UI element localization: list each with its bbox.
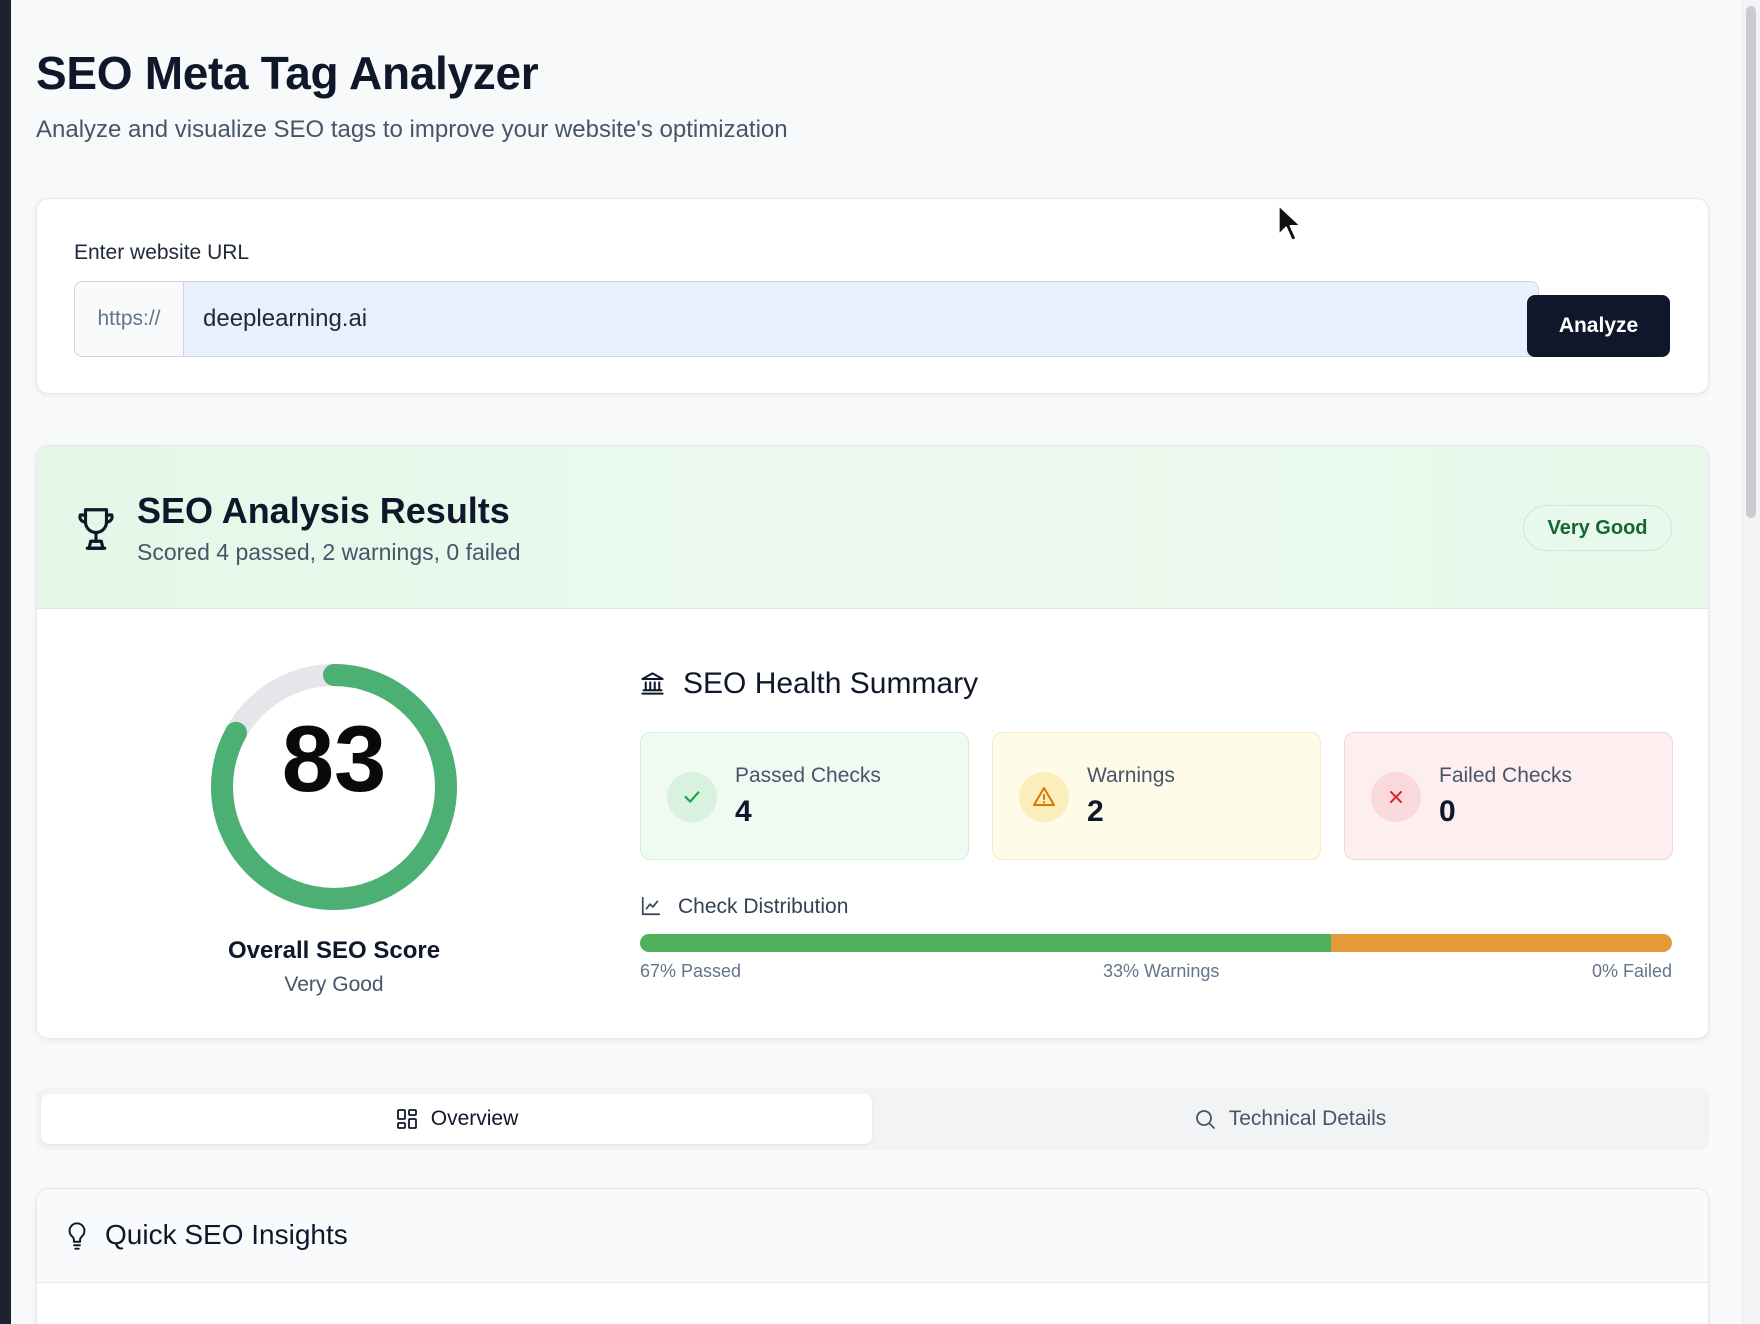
insights-header[interactable]: Quick SEO Insights: [37, 1189, 1708, 1283]
analyze-button[interactable]: Analyze: [1527, 295, 1670, 357]
url-prefix: https://: [74, 281, 183, 357]
line-chart-icon: [641, 896, 661, 916]
insights-card: Quick SEO Insights: [36, 1188, 1709, 1324]
trophy-icon: [78, 508, 114, 550]
tab-technical-details-label: Technical Details: [1228, 1107, 1387, 1130]
passed-checks-card: Passed Checks 4: [640, 732, 969, 860]
search-icon: [1195, 1110, 1215, 1129]
window-left-edge: [0, 0, 11, 1324]
distribution-title: Check Distribution: [678, 895, 849, 918]
distribution-warnings-label: 33% Warnings: [1103, 961, 1220, 981]
warnings-label: Warnings: [1087, 764, 1175, 787]
results-title: SEO Analysis Results: [137, 490, 510, 531]
grid-icon: [396, 1109, 417, 1129]
tab-overview[interactable]: Overview: [41, 1094, 872, 1144]
failed-checks-card: Failed Checks 0: [1344, 732, 1673, 860]
insights-title: Quick SEO Insights: [105, 1219, 348, 1250]
warnings-value: 2: [1087, 795, 1104, 828]
distribution-passed-segment: [640, 934, 1332, 952]
page-title: SEO Meta Tag Analyzer: [36, 47, 539, 99]
distribution-failed-label: 0% Failed: [1591, 961, 1672, 981]
results-card: SEO Analysis Results Scored 4 passed, 2 …: [36, 445, 1709, 1039]
failed-checks-value: 0: [1439, 795, 1456, 828]
mouse-cursor-icon: [1277, 204, 1301, 242]
landmark-icon: [641, 672, 664, 695]
results-subtitle: Scored 4 passed, 2 warnings, 0 failed: [137, 539, 521, 565]
score-rating: Very Good: [284, 973, 384, 996]
distribution-bar: [640, 934, 1672, 952]
scrollbar[interactable]: [1742, 0, 1760, 1324]
lightbulb-icon: [68, 1222, 86, 1250]
failed-checks-label: Failed Checks: [1439, 764, 1573, 787]
health-summary-title: SEO Health Summary: [683, 667, 979, 700]
passed-checks-label: Passed Checks: [735, 764, 881, 787]
page-subtitle: Analyze and visualize SEO tags to improv…: [36, 116, 788, 143]
x-icon: [1371, 772, 1421, 822]
url-label: Enter website URL: [74, 241, 250, 264]
warning-icon: [1019, 772, 1069, 822]
results-header: SEO Analysis Results Scored 4 passed, 2 …: [37, 446, 1708, 609]
check-icon: [667, 772, 717, 822]
score-label: Overall SEO Score: [227, 937, 441, 964]
url-input[interactable]: [183, 281, 1539, 357]
distribution-warnings-segment: [1331, 934, 1672, 952]
tabs-bar: Overview Technical Details: [36, 1088, 1709, 1150]
distribution-passed-label: 67% Passed: [640, 961, 742, 981]
score-value: 83: [281, 706, 387, 811]
scrollbar-thumb[interactable]: [1746, 6, 1756, 518]
tab-technical-details[interactable]: Technical Details: [874, 1094, 1705, 1144]
warnings-card: Warnings 2: [992, 732, 1321, 860]
rating-badge: Very Good: [1523, 505, 1672, 551]
tab-overview-label: Overview: [430, 1107, 519, 1130]
passed-checks-value: 4: [735, 795, 752, 828]
